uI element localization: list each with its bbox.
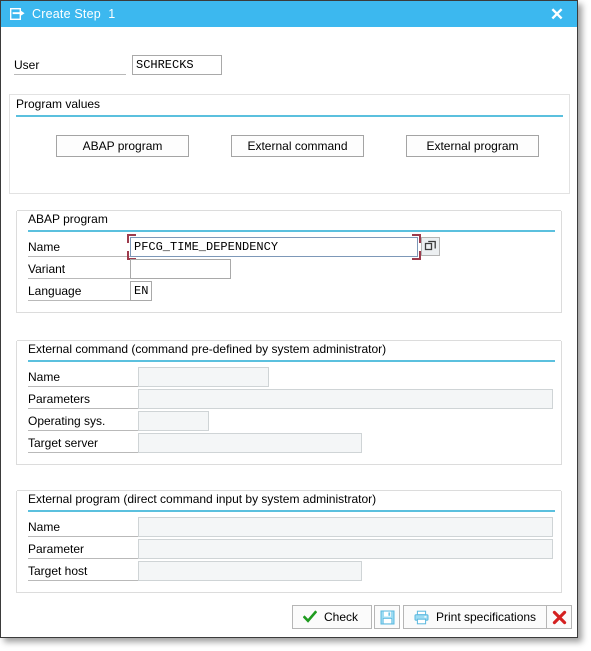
program-values-header: Program values bbox=[10, 95, 569, 117]
extcmd-parameters-label: Parameters bbox=[28, 389, 138, 409]
green-check-icon bbox=[303, 610, 317, 623]
abap-program-header: ABAP program bbox=[17, 210, 561, 230]
extcmd-target-server-input[interactable] bbox=[138, 433, 362, 453]
external-command-title: External command (command pre-defined by… bbox=[28, 342, 391, 356]
save-button[interactable] bbox=[374, 605, 400, 629]
extcmd-name-input[interactable] bbox=[138, 367, 269, 387]
extcmd-parameters-input[interactable] bbox=[138, 389, 553, 409]
extprog-parameter-input[interactable] bbox=[138, 539, 553, 559]
abap-name-label: Name bbox=[28, 237, 130, 257]
cancel-button[interactable] bbox=[546, 605, 572, 629]
abap-name-input[interactable]: PFCG_TIME_DEPENDENCY bbox=[130, 237, 418, 257]
extprog-target-host-input[interactable] bbox=[138, 561, 362, 581]
extprog-name-input[interactable] bbox=[138, 517, 553, 537]
user-input[interactable]: SCHRECKS bbox=[132, 55, 222, 75]
user-row: User SCHRECKS bbox=[14, 55, 224, 76]
close-icon[interactable]: ✕ bbox=[547, 4, 567, 24]
abap-language-input[interactable]: EN bbox=[130, 281, 152, 301]
dialog-client-area: User SCHRECKS Program values ABAP progra… bbox=[1, 27, 577, 637]
print-specifications-label: Print specifications bbox=[436, 610, 537, 624]
red-x-icon bbox=[552, 610, 566, 624]
abap-program-title: ABAP program bbox=[28, 212, 112, 226]
external-command-button[interactable]: External command bbox=[231, 135, 364, 157]
printer-icon bbox=[414, 610, 429, 624]
external-program-section: External program (direct command input b… bbox=[16, 490, 562, 593]
extprog-name-label: Name bbox=[28, 517, 138, 537]
create-step-dialog: Create Step 1 ✕ User SCHRECKS Program va… bbox=[0, 0, 578, 638]
check-button-label: Check bbox=[324, 610, 359, 624]
print-specifications-button[interactable]: Print specifications bbox=[403, 605, 555, 629]
abap-program-section: ABAP program Name PFCG_TIME_DEPENDENCY V… bbox=[16, 210, 562, 313]
dialog-title: Create Step 1 bbox=[32, 7, 116, 21]
abap-language-label: Language bbox=[28, 281, 130, 301]
step-create-icon bbox=[10, 7, 25, 20]
user-label: User bbox=[14, 55, 126, 75]
dialog-toolbar: Check Print specifications bbox=[1, 596, 577, 637]
extcmd-operating-sys-label: Operating sys. bbox=[28, 411, 138, 431]
extcmd-operating-sys-input[interactable] bbox=[138, 411, 209, 431]
extprog-parameter-label: Parameter bbox=[28, 539, 138, 559]
abap-variant-label: Variant bbox=[28, 259, 130, 279]
external-program-header: External program (direct command input b… bbox=[17, 490, 561, 510]
extcmd-name-label: Name bbox=[28, 367, 138, 387]
abap-program-button[interactable]: ABAP program bbox=[56, 135, 189, 157]
external-program-title: External program (direct command input b… bbox=[28, 492, 381, 506]
dialog-titlebar: Create Step 1 ✕ bbox=[1, 1, 577, 27]
external-command-header: External command (command pre-defined by… bbox=[17, 340, 561, 360]
check-button[interactable]: Check bbox=[292, 605, 372, 629]
abap-variant-input[interactable] bbox=[130, 259, 231, 279]
program-values-title: Program values bbox=[16, 97, 101, 111]
save-floppy-icon bbox=[380, 610, 394, 624]
program-values-rule bbox=[16, 115, 563, 117]
external-command-section: External command (command pre-defined by… bbox=[16, 340, 562, 465]
search-help-icon[interactable] bbox=[421, 237, 440, 256]
abap-name-field-wrapper: PFCG_TIME_DEPENDENCY bbox=[127, 234, 421, 260]
external-command-rule bbox=[28, 360, 555, 362]
external-program-button[interactable]: External program bbox=[406, 135, 539, 157]
extprog-target-host-label: Target host bbox=[28, 561, 138, 581]
program-values-section: Program values ABAP program External com… bbox=[9, 94, 570, 194]
external-program-rule bbox=[28, 510, 555, 512]
extcmd-target-server-label: Target server bbox=[28, 433, 138, 453]
abap-program-rule bbox=[28, 230, 555, 232]
